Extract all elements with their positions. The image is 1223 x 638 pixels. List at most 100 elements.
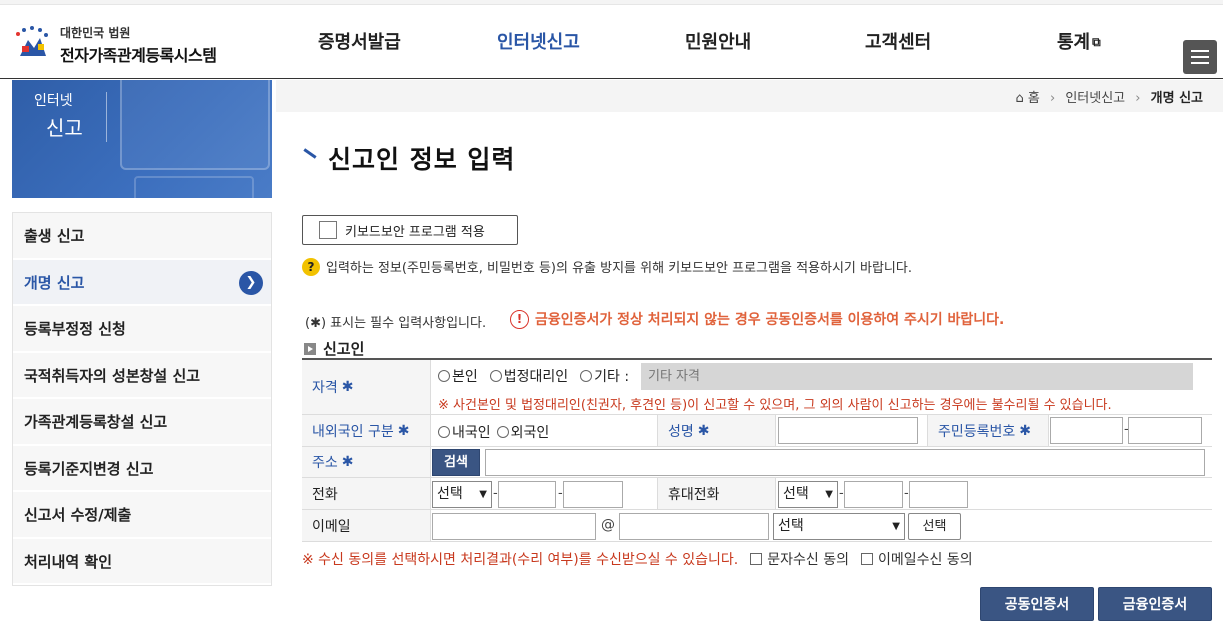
keyboard-security-button[interactable]: 키보드보안 프로그램 적용 [302, 215, 518, 245]
nav-certificate[interactable]: 증명서발급 [318, 6, 401, 79]
radio-label: 법정대리인 [503, 369, 569, 385]
mobile-last-input[interactable] [909, 481, 968, 508]
consent-row: ※ 수신 동의를 선택하시면 처리결과(수리 여부)를 수신받으실 수 있습니다… [302, 549, 973, 569]
email-label: 이메일 [302, 510, 430, 541]
nav-civil-guide[interactable]: 민원안내 [685, 6, 751, 79]
court-emblem-icon [16, 26, 48, 56]
radio-other[interactable]: 기타 : [580, 366, 629, 386]
radio-self[interactable]: 본인 [438, 366, 478, 386]
sidebar-item-birth-report[interactable]: 출생 신고 [13, 213, 271, 260]
phone-label: 전화 [302, 478, 430, 509]
phone-last-input[interactable] [563, 481, 623, 508]
financial-certificate-button[interactable]: 금융인증서 [1098, 587, 1212, 621]
divider [430, 415, 431, 446]
label-text: 내외국인 구분 [312, 423, 394, 440]
label-text: 자격 [312, 380, 338, 396]
sidebar-item-label: 국적취득자의 성본창설 신고 [24, 366, 201, 385]
phone-middle-input[interactable] [498, 481, 556, 508]
question-icon: ? [302, 257, 320, 276]
radio-icon [438, 370, 450, 382]
breadcrumb-home[interactable]: 홈 [1028, 91, 1040, 106]
qualification-options: 본인 법정대리인 기타 : [438, 366, 631, 386]
other-qualification-input[interactable] [641, 363, 1193, 390]
address-search-button[interactable]: 검색 [432, 449, 480, 476]
nav-customer-center[interactable]: 고객센터 [865, 6, 931, 79]
sidebar-item-register-correction[interactable]: 등록부정정 신청 [13, 306, 271, 353]
reporter-form: 자격✱ 본인 법정대리인 기타 : ※ 사건본인 및 법정대리인(친권자, 후견… [302, 358, 1212, 542]
radio-label: 외국인 [510, 425, 550, 441]
row-nationality: 내외국인 구분 ✱ 내국인 외국인 성명 ✱ 주민등록번호 ✱ - [302, 415, 1212, 447]
sidebar-item-family-register-creation[interactable]: 가족관계등록창설 신고 [13, 399, 271, 446]
sidebar-item-label: 등록기준지변경 신고 [24, 459, 154, 478]
section-banner: 인터넷 신고 [12, 80, 272, 198]
caret-down-icon: ▼ [479, 489, 487, 500]
caret-down-icon: ▼ [825, 489, 833, 500]
email-select-button[interactable]: 선택 [908, 513, 961, 540]
email-domain-select[interactable]: 선택 ▼ [773, 513, 905, 540]
sidebar-item-edit-submit[interactable]: 신고서 수정/제출 [13, 492, 271, 539]
name-input[interactable] [778, 417, 918, 444]
name-label: 성명 ✱ [658, 415, 775, 446]
warning-text: 금융인증서가 정상 처리되지 않는 경우 공동인증서를 이용하여 주시기 바랍니… [535, 312, 1005, 328]
required-star-icon: ✱ [1019, 422, 1032, 439]
sidebar-item-label: 출생 신고 [24, 227, 85, 245]
section-heading: 신고인 [304, 338, 364, 359]
radio-foreign[interactable]: 외국인 [496, 422, 550, 442]
breadcrumb: ⌂ 홈 › 인터넷신고 › 개명 신고 [1015, 87, 1203, 106]
sidebar-item-label: 등록부정정 신청 [24, 320, 126, 338]
sidebar-item-base-change[interactable]: 등록기준지변경 신고 [13, 445, 271, 492]
mobile-middle-input[interactable] [844, 481, 903, 508]
mobile-prefix-select[interactable]: 선택 ▼ [778, 481, 838, 508]
external-link-icon: ⧉ [1092, 35, 1101, 49]
joint-certificate-button[interactable]: 공동인증서 [980, 587, 1094, 621]
required-star-icon: ✱ [697, 422, 710, 439]
sidebar-item-name-change[interactable]: 개명 신고 ❯ [13, 259, 271, 306]
nav-internet-report[interactable]: 인터넷신고 [497, 6, 580, 79]
email-domain-input[interactable] [619, 513, 769, 540]
mobile-separator: - [839, 486, 844, 501]
radio-legal-rep[interactable]: 법정대리인 [489, 366, 569, 386]
sidebar-item-history[interactable]: 처리내역 확인 [13, 538, 271, 585]
banner-text-line1: 인터넷 [34, 93, 73, 109]
page-title: 신고인 정보 입력 [328, 145, 516, 174]
site-logo[interactable]: 대한민국 법원 전자가족관계등록시스템 [12, 24, 242, 70]
hamburger-icon [1191, 56, 1209, 58]
checkbox-icon [319, 221, 337, 239]
email-consent-checkbox[interactable]: 이메일수신 동의 [860, 549, 973, 569]
radio-label: 본인 [452, 369, 478, 385]
sms-consent-checkbox[interactable]: 문자수신 동의 [750, 549, 849, 569]
banner-divider [106, 92, 107, 142]
email-id-input[interactable] [432, 513, 596, 540]
radio-domestic[interactable]: 내국인 [438, 422, 491, 442]
sidebar-nav: 출생 신고 개명 신고 ❯ 등록부정정 신청 국적취득자의 성본창설 신고 가족관… [12, 212, 272, 586]
rrn-back-input[interactable] [1128, 417, 1202, 444]
laptop-illustration [120, 80, 270, 170]
sidebar-item-label: 신고서 수정/제출 [24, 506, 132, 524]
checkbox-label: 이메일수신 동의 [877, 552, 973, 568]
row-phone: 전화 선택 ▼ - - 휴대전화 선택 ▼ - - [302, 478, 1212, 510]
keyboard-security-note: ? 입력하는 정보(주민등록번호, 비밀번호 등)의 유출 방지를 위해 키보드… [302, 257, 912, 276]
banner-text-line2: 신고 [46, 116, 83, 140]
hamburger-menu-button[interactable] [1183, 40, 1217, 74]
nav-label: 인터넷신고 [497, 32, 580, 53]
breadcrumb-bar: ⌂ 홈 › 인터넷신고 › 개명 신고 [276, 80, 1223, 112]
required-star-icon: ✱ [341, 379, 354, 395]
sidebar-item-naturalized-surname[interactable]: 국적취득자의 성본창설 신고 [13, 352, 271, 399]
home-icon: ⌂ [1015, 91, 1024, 106]
caret-down-icon: ▼ [892, 521, 900, 532]
address-input[interactable] [485, 449, 1205, 476]
breadcrumb-section[interactable]: 인터넷신고 [1065, 91, 1125, 106]
chevron-right-icon: › [1135, 91, 1141, 106]
row-qualification: 자격✱ 본인 법정대리인 기타 : ※ 사건본인 및 법정대리인(친권자, 후견… [302, 360, 1212, 415]
logo-subtitle: 대한민국 법원 [60, 26, 131, 40]
nav-label: 고객센터 [865, 32, 932, 53]
rrn-front-input[interactable] [1050, 417, 1123, 444]
nav-statistics[interactable]: 통계 ⧉ [1057, 6, 1101, 79]
hamburger-icon [1191, 50, 1209, 52]
checkbox-label: 문자수신 동의 [767, 552, 849, 568]
radio-icon [489, 370, 502, 382]
divider [430, 360, 431, 414]
phone-area-select[interactable]: 선택 ▼ [432, 481, 492, 508]
sidebar-item-label: 개명 신고 [24, 273, 85, 292]
qualification-note: ※ 사건본인 및 법정대리인(친권자, 후견인 등)이 신고할 수 있으며, 그… [438, 398, 1112, 413]
